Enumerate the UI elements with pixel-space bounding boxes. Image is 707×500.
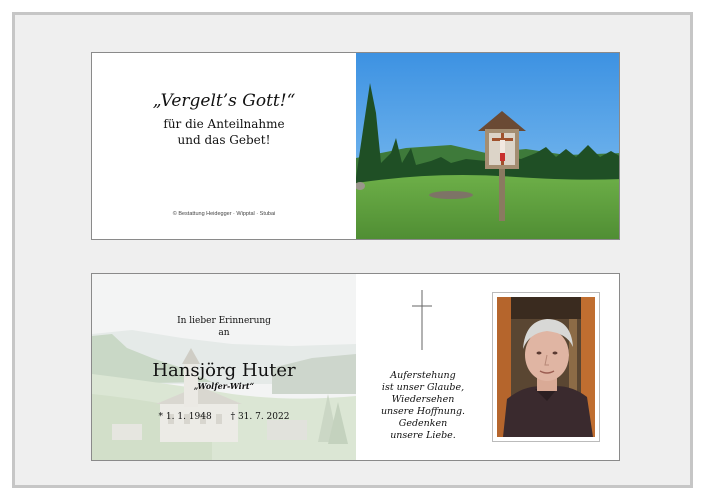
quote-line-3: Wiedersehen: [391, 394, 455, 405]
funeral-home-credit: © Bestattung Heidegger · Wipptal · Stuba…: [172, 211, 276, 217]
shrine-photo: [356, 53, 619, 239]
deceased-nickname: „Wolfer-Wirt“: [193, 381, 255, 391]
shrine-landscape-image: [356, 53, 619, 239]
portrait-image: [497, 297, 595, 437]
birth-date: * 1. 1. 1948: [158, 412, 212, 422]
page-frame: „Vergelt’s Gott!“ für die Anteilnahme un…: [12, 12, 693, 488]
memorial-intro-line-2: an: [218, 328, 230, 338]
memorial-card: In lieber Erinnerung an Hansjörg Huter „…: [91, 273, 620, 461]
thank-you-text-panel: „Vergelt’s Gott!“ für die Anteilnahme un…: [92, 53, 356, 239]
life-dates: * 1. 1. 1948 † 31. 7. 2022: [92, 412, 356, 422]
thank-you-title: „Vergelt’s Gott!“: [152, 91, 296, 111]
quote-line-5: Gedenken: [398, 418, 448, 429]
cross-icon: [412, 290, 432, 350]
portrait-photo: [497, 297, 595, 437]
quote-line-4: unsere Hoffnung.: [380, 406, 466, 417]
quote-line-1: Auferstehung: [390, 370, 456, 381]
thank-you-line-2: und das Gebet!: [177, 133, 271, 147]
quote-line-6: unsere Liebe.: [390, 430, 456, 441]
portrait-frame: [492, 292, 600, 442]
thank-you-card: „Vergelt’s Gott!“ für die Anteilnahme un…: [91, 52, 620, 240]
thank-you-line-1: für die Anteilnahme: [163, 117, 285, 131]
quote-line-2: ist unser Glaube,: [381, 382, 465, 393]
memorial-intro-line-1: In lieber Erinnerung: [177, 316, 271, 326]
death-date: † 31. 7. 2022: [230, 412, 290, 422]
deceased-name: Hansjörg Huter: [152, 360, 296, 381]
